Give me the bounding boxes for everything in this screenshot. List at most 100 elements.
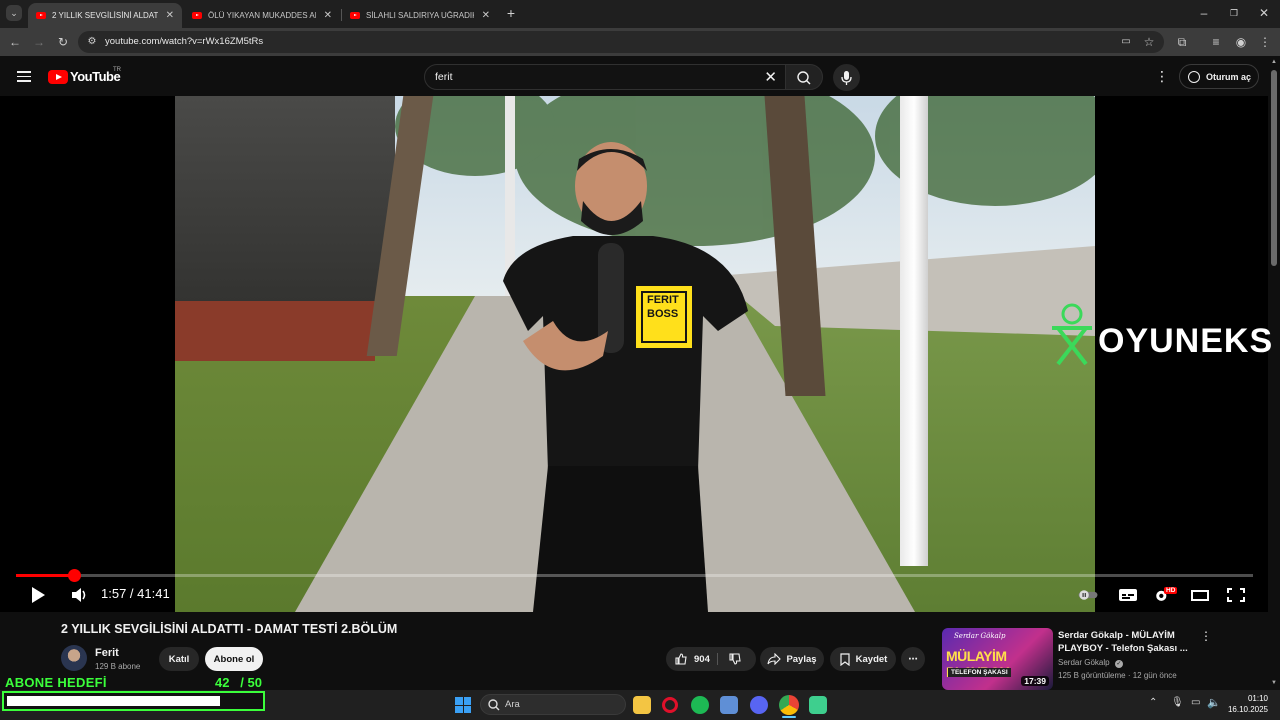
tab-close-icon[interactable]: ✕	[324, 10, 332, 21]
browser-menu-icon[interactable]: ⋮	[1257, 34, 1273, 50]
fullscreen-icon[interactable]	[1225, 586, 1247, 604]
back-icon[interactable]: ←	[7, 34, 23, 50]
youtube-favicon-icon	[192, 12, 202, 19]
watermark-text: OYUNEKS	[1098, 322, 1274, 360]
steam-icon[interactable]	[720, 696, 738, 714]
scroll-up-icon[interactable]: ▲	[1271, 59, 1277, 65]
subscribe-button[interactable]: Abone ol	[205, 647, 263, 671]
chrome-icon[interactable]	[779, 695, 799, 715]
spotify-icon[interactable]	[691, 696, 709, 714]
tab-search-chevron-icon[interactable]: ⌄	[6, 5, 22, 21]
browser-toolbar: ← → ↻ ⚙ youtube.com/watch?v=rWx16ZM5tRs …	[0, 28, 1280, 56]
clock-date: 16.10.2025	[1227, 705, 1268, 714]
search-input[interactable]: ferit ✕	[424, 64, 786, 90]
subscriber-goal-count: 42 / 50	[215, 675, 262, 690]
voice-search-button[interactable]	[833, 64, 860, 91]
youtube-logo-icon[interactable]	[48, 70, 68, 84]
video-lamp-post	[900, 96, 928, 566]
like-dislike-group: 904	[666, 647, 756, 671]
tab-3[interactable]: SİLAHLI SALDIRIYA UĞRADIK! C ✕	[342, 3, 498, 28]
account-icon	[1188, 70, 1200, 83]
volume-icon[interactable]	[70, 585, 90, 605]
speaker-icon[interactable]: 🔈	[1207, 696, 1221, 709]
subscriber-goal-bar	[2, 691, 265, 711]
save-button[interactable]: Kaydet	[830, 647, 896, 671]
thumbs-up-icon	[675, 653, 687, 665]
app-icon[interactable]	[809, 696, 827, 714]
autoplay-toggle-icon[interactable]	[1077, 586, 1099, 604]
page-scrollbar[interactable]: ▲ ▼	[1268, 56, 1280, 690]
taskbar-search[interactable]: Ara	[480, 694, 626, 715]
search-button[interactable]	[785, 64, 823, 90]
video-brick-wall	[175, 301, 375, 361]
like-button[interactable]: 904	[666, 652, 710, 666]
tab-close-icon[interactable]: ✕	[166, 10, 174, 21]
hamburger-menu-icon[interactable]	[17, 71, 31, 82]
recommendation-title[interactable]: Serdar Gökalp - MÜLAYİM PLAYBOY - Telefo…	[1058, 629, 1188, 655]
tab-close-icon[interactable]: ✕	[482, 10, 490, 21]
thumb-subtitle-text: TELEFON ŞAKASI	[948, 668, 1011, 677]
progress-played	[16, 574, 75, 577]
window-close-icon[interactable]: ✕	[1256, 5, 1272, 21]
microphone-tray-icon[interactable]: 🎙	[1171, 697, 1184, 708]
network-icon[interactable]: ▭	[1191, 697, 1200, 708]
play-icon[interactable]	[32, 587, 45, 603]
settings-kebab-icon[interactable]: ⋮	[1155, 68, 1169, 85]
media-control-icon[interactable]: ≡	[1208, 34, 1224, 50]
active-app-indicator	[782, 716, 796, 718]
reload-icon[interactable]: ↻	[55, 34, 71, 50]
more-actions-button[interactable]: ⋯	[901, 647, 925, 671]
cast-icon[interactable]: ▭	[1118, 34, 1134, 50]
search-icon	[797, 71, 811, 85]
video-duration: 17:39	[1021, 676, 1049, 686]
video-frame[interactable]: FERIT BOSS	[175, 96, 1095, 612]
tab-2[interactable]: ÖLÜ YIKAYAN MUKADDES ANA ✕	[184, 3, 340, 28]
share-button[interactable]: Paylaş	[760, 647, 824, 671]
new-tab-icon[interactable]: +	[503, 5, 519, 21]
recommendation-menu-icon[interactable]: ⋮	[1200, 629, 1212, 643]
taskbar-search-label: Ara	[505, 699, 520, 710]
tray-chevron-icon[interactable]: ⌃	[1149, 697, 1157, 708]
join-button[interactable]: Katıl	[159, 647, 199, 671]
signin-button[interactable]: Oturum aç	[1179, 64, 1259, 89]
scrollbar-thumb[interactable]	[1271, 70, 1277, 266]
thumb-signature: Serdar Gökalp	[954, 632, 1006, 640]
site-info-icon[interactable]: ⚙	[84, 34, 100, 50]
theater-mode-icon[interactable]	[1189, 586, 1211, 604]
channel-avatar[interactable]	[61, 645, 87, 671]
browser-tab-strip: ⌄ 2 YILLIK SEVGİLİSİNİ ALDATTI - ✕ ÖLÜ Y…	[0, 0, 1280, 28]
recommendation-channel[interactable]: Serdar Gökalp ✓	[1058, 658, 1123, 668]
channel-watermark: OYUNEKS	[1048, 302, 1272, 368]
channel-name[interactable]: Ferit	[95, 647, 119, 659]
restore-icon[interactable]: ❐	[1226, 5, 1242, 21]
windows-start-icon[interactable]	[455, 697, 471, 713]
url-text: youtube.com/watch?v=rWx16ZM5tRs	[105, 36, 264, 47]
clear-search-icon[interactable]: ✕	[764, 68, 777, 86]
video-title: 2 YILLIK SEVGİLİSİNİ ALDATTI - DAMAT TES…	[61, 622, 398, 636]
file-explorer-icon[interactable]	[633, 696, 651, 714]
save-label: Kaydet	[855, 653, 888, 665]
forward-icon[interactable]: →	[31, 34, 47, 50]
recommendation-thumbnail[interactable]: Serdar Gökalp MÜLAYİM PLAYBOY TELEFON ŞA…	[942, 628, 1053, 690]
like-count: 904	[694, 653, 710, 665]
progress-bar[interactable]	[16, 574, 1253, 577]
microphone-icon	[841, 71, 852, 85]
share-icon	[767, 653, 782, 665]
extensions-icon[interactable]: ⧉	[1174, 34, 1190, 50]
youtube-header: YouTube TR ferit ✕ ⋮ Oturum aç	[0, 56, 1268, 96]
scroll-down-icon[interactable]: ▼	[1271, 680, 1277, 686]
minimize-icon[interactable]: –	[1196, 5, 1212, 21]
subtitles-icon[interactable]	[1117, 586, 1139, 604]
video-player[interactable]: FERIT BOSS OYUNEKS	[0, 96, 1272, 612]
taskbar-search-icon	[488, 699, 500, 711]
discord-icon[interactable]	[750, 696, 768, 714]
thumbs-down-icon[interactable]	[728, 652, 742, 666]
system-clock[interactable]: 01:10 16.10.2025	[1224, 693, 1268, 715]
bookmark-star-icon[interactable]: ☆	[1141, 34, 1157, 50]
address-bar[interactable]: ⚙ youtube.com/watch?v=rWx16ZM5tRs ▭ ☆	[78, 31, 1164, 53]
youtube-favicon-icon	[350, 12, 360, 19]
profile-icon[interactable]: ◉	[1233, 34, 1249, 50]
tab-1[interactable]: 2 YILLIK SEVGİLİSİNİ ALDATTI - ✕	[28, 3, 182, 28]
opera-icon[interactable]	[662, 697, 678, 713]
recommendation-meta: 125 B görüntüleme · 12 gün önce	[1058, 671, 1177, 680]
